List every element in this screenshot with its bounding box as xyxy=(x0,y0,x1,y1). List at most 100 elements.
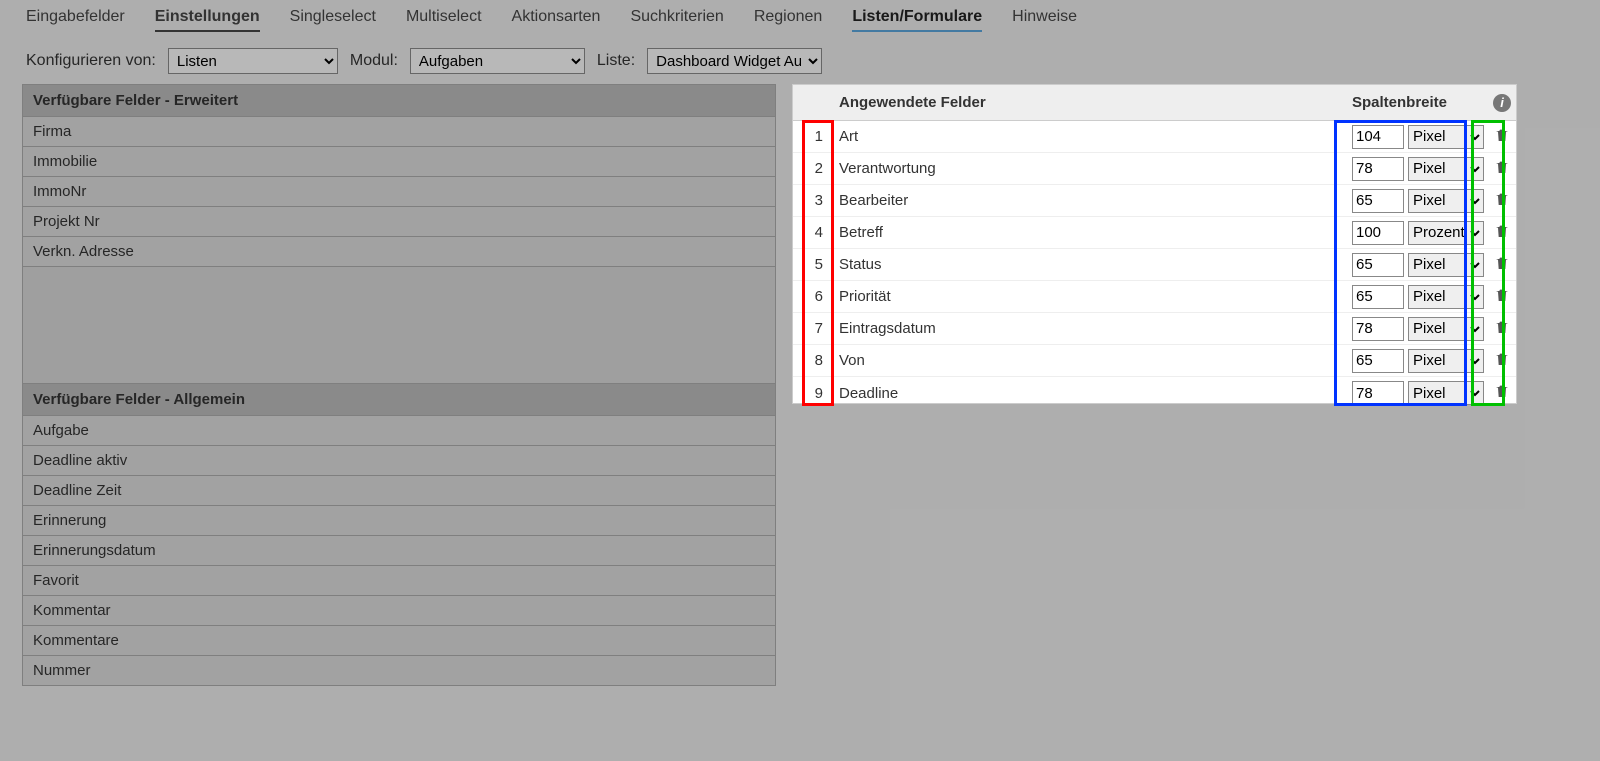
available-field-item[interactable]: Deadline aktiv xyxy=(23,446,775,476)
configure-select[interactable]: Listen xyxy=(168,48,338,74)
row-number: 5 xyxy=(793,256,829,273)
row-field-name[interactable]: Bearbeiter xyxy=(829,192,1352,209)
applied-field-row: 3Bearbeiter PixelProzent xyxy=(793,185,1516,217)
column-width-input[interactable] xyxy=(1352,317,1404,341)
applied-field-row: 4Betreff PixelProzent xyxy=(793,217,1516,249)
trash-icon xyxy=(1494,158,1510,176)
available-field-item[interactable]: Erinnerungsdatum xyxy=(23,536,775,566)
tab-regionen[interactable]: Regionen xyxy=(754,8,823,32)
available-field-item[interactable]: Nummer xyxy=(23,656,775,685)
tab-einstellungen[interactable]: Einstellungen xyxy=(155,8,260,32)
tab-listen-formulare[interactable]: Listen/Formulare xyxy=(852,8,982,32)
delete-row-button[interactable] xyxy=(1494,382,1510,404)
available-fields-general-panel: Verfügbare Felder - Allgemein AufgabeDea… xyxy=(22,383,776,686)
available-fields-extended-panel: Verfügbare Felder - Erweitert FirmaImmob… xyxy=(22,84,776,267)
column-unit-select[interactable]: PixelProzent xyxy=(1408,221,1484,245)
available-field-item[interactable]: Projekt Nr xyxy=(23,207,775,237)
row-number: 1 xyxy=(793,128,829,145)
available-field-item[interactable]: Firma xyxy=(23,117,775,147)
applied-field-row: 1Art PixelProzent xyxy=(793,121,1516,153)
column-unit-select[interactable]: PixelProzent xyxy=(1408,125,1484,149)
row-field-name[interactable]: Status xyxy=(829,256,1352,273)
configure-label: Konfigurieren von: xyxy=(26,52,156,70)
row-field-name[interactable]: Betreff xyxy=(829,224,1352,241)
column-unit-select[interactable]: PixelProzent xyxy=(1408,189,1484,213)
column-width-input[interactable] xyxy=(1352,221,1404,245)
column-unit-select[interactable]: PixelProzent xyxy=(1408,381,1484,405)
delete-row-button[interactable] xyxy=(1494,350,1510,372)
module-label: Modul: xyxy=(350,52,398,70)
row-number: 8 xyxy=(793,352,829,369)
column-width-input[interactable] xyxy=(1352,381,1404,405)
row-field-name[interactable]: Verantwortung xyxy=(829,160,1352,177)
available-field-item[interactable]: Favorit xyxy=(23,566,775,596)
tab-hinweise[interactable]: Hinweise xyxy=(1012,8,1077,32)
applied-field-row: 6Priorität PixelProzent xyxy=(793,281,1516,313)
available-field-item[interactable]: Deadline Zeit xyxy=(23,476,775,506)
tab-eingabefelder[interactable]: Eingabefelder xyxy=(26,8,125,32)
column-unit-select[interactable]: PixelProzent xyxy=(1408,253,1484,277)
row-number: 7 xyxy=(793,320,829,337)
trash-icon xyxy=(1494,126,1510,144)
available-field-item[interactable]: Kommentare xyxy=(23,626,775,656)
trash-icon xyxy=(1494,190,1510,208)
available-field-item[interactable]: Immobilie xyxy=(23,147,775,177)
column-unit-select[interactable]: PixelProzent xyxy=(1408,157,1484,181)
panel-header-general: Verfügbare Felder - Allgemein xyxy=(23,384,775,416)
column-width-input[interactable] xyxy=(1352,189,1404,213)
column-width-header: Spaltenbreite xyxy=(1352,94,1488,111)
row-number: 9 xyxy=(793,385,829,402)
applied-field-row: 9Deadline PixelProzent xyxy=(793,377,1516,409)
list-select[interactable]: Dashboard Widget Au xyxy=(647,48,822,74)
delete-row-button[interactable] xyxy=(1494,190,1510,212)
tab-suchkriterien[interactable]: Suchkriterien xyxy=(630,8,723,32)
row-number: 6 xyxy=(793,288,829,305)
delete-row-button[interactable] xyxy=(1494,158,1510,180)
column-width-input[interactable] xyxy=(1352,285,1404,309)
tab-multiselect[interactable]: Multiselect xyxy=(406,8,482,32)
info-icon[interactable]: i xyxy=(1493,94,1511,112)
panel-header-extended: Verfügbare Felder - Erweitert xyxy=(23,85,775,117)
column-width-input[interactable] xyxy=(1352,125,1404,149)
row-number: 3 xyxy=(793,192,829,209)
available-field-item[interactable]: Verkn. Adresse xyxy=(23,237,775,266)
column-unit-select[interactable]: PixelProzent xyxy=(1408,317,1484,341)
applied-field-row: 8Von PixelProzent xyxy=(793,345,1516,377)
trash-icon xyxy=(1494,382,1510,400)
row-number: 4 xyxy=(793,224,829,241)
delete-row-button[interactable] xyxy=(1494,222,1510,244)
module-select[interactable]: Aufgaben xyxy=(410,48,585,74)
trash-icon xyxy=(1494,350,1510,368)
config-bar: Konfigurieren von: Listen Modul: Aufgabe… xyxy=(0,38,1600,90)
tab-singleselect[interactable]: Singleselect xyxy=(290,8,376,32)
column-width-input[interactable] xyxy=(1352,157,1404,181)
row-field-name[interactable]: Priorität xyxy=(829,288,1352,305)
tab-aktionsarten[interactable]: Aktionsarten xyxy=(512,8,601,32)
delete-row-button[interactable] xyxy=(1494,254,1510,276)
trash-icon xyxy=(1494,254,1510,272)
delete-row-button[interactable] xyxy=(1494,318,1510,340)
applied-fields-header: Angewendete Felder xyxy=(829,94,1352,111)
row-field-name[interactable]: Eintragsdatum xyxy=(829,320,1352,337)
available-field-item[interactable]: Erinnerung xyxy=(23,506,775,536)
applied-field-row: 2Verantwortung PixelProzent xyxy=(793,153,1516,185)
delete-row-button[interactable] xyxy=(1494,126,1510,148)
column-width-input[interactable] xyxy=(1352,349,1404,373)
applied-field-row: 7Eintragsdatum PixelProzent xyxy=(793,313,1516,345)
trash-icon xyxy=(1494,222,1510,240)
applied-fields-panel: Angewendete Felder Spaltenbreite i 1Art P… xyxy=(792,84,1517,404)
applied-field-row: 5Status PixelProzent xyxy=(793,249,1516,281)
list-label: Liste: xyxy=(597,52,635,70)
available-field-item[interactable]: Kommentar xyxy=(23,596,775,626)
row-field-name[interactable]: Deadline xyxy=(829,385,1352,402)
trash-icon xyxy=(1494,318,1510,336)
column-unit-select[interactable]: PixelProzent xyxy=(1408,285,1484,309)
row-field-name[interactable]: Art xyxy=(829,128,1352,145)
column-width-input[interactable] xyxy=(1352,253,1404,277)
delete-row-button[interactable] xyxy=(1494,286,1510,308)
row-number: 2 xyxy=(793,160,829,177)
available-field-item[interactable]: ImmoNr xyxy=(23,177,775,207)
available-field-item[interactable]: Aufgabe xyxy=(23,416,775,446)
column-unit-select[interactable]: PixelProzent xyxy=(1408,349,1484,373)
row-field-name[interactable]: Von xyxy=(829,352,1352,369)
